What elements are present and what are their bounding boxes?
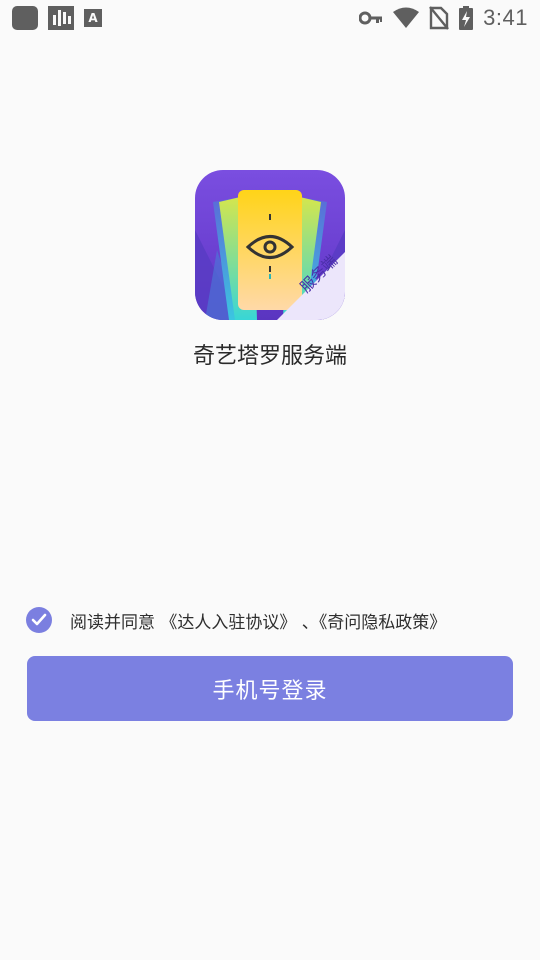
agreement-text: 阅读并同意 《达人入驻协议》 、《奇问隐私政策》 xyxy=(70,608,446,633)
check-icon xyxy=(31,613,47,626)
status-bar-right: 3:41 xyxy=(359,4,528,32)
no-sim-icon xyxy=(429,6,450,30)
talent-agreement-link[interactable]: 《达人入驻协议》 xyxy=(160,613,296,633)
phone-login-button[interactable]: 手机号登录 xyxy=(27,656,513,721)
agree-checkbox[interactable] xyxy=(26,607,52,633)
app-name: 奇艺塔罗服务端 xyxy=(192,344,347,369)
app-logo: 服务端 xyxy=(195,170,345,320)
status-bar-left: A xyxy=(12,6,102,30)
key-icon xyxy=(359,11,383,25)
agreement-prefix: 阅读并同意 xyxy=(70,612,161,633)
battery-charging-icon xyxy=(459,6,474,30)
tarot-eye-icon xyxy=(195,190,345,320)
bars-icon xyxy=(48,6,74,30)
status-bar: A 3:41 xyxy=(0,0,540,36)
privacy-policy-link[interactable]: 《奇问隐私政策》 xyxy=(319,613,447,633)
app-square-icon xyxy=(12,6,38,30)
wifi-icon xyxy=(393,7,420,28)
font-a-icon: A xyxy=(84,9,102,27)
agreement-separator: 、 xyxy=(296,612,319,633)
agreement-row: 阅读并同意 《达人入驻协议》 、《奇问隐私政策》 xyxy=(26,606,446,634)
status-time: 3:41 xyxy=(483,5,528,30)
